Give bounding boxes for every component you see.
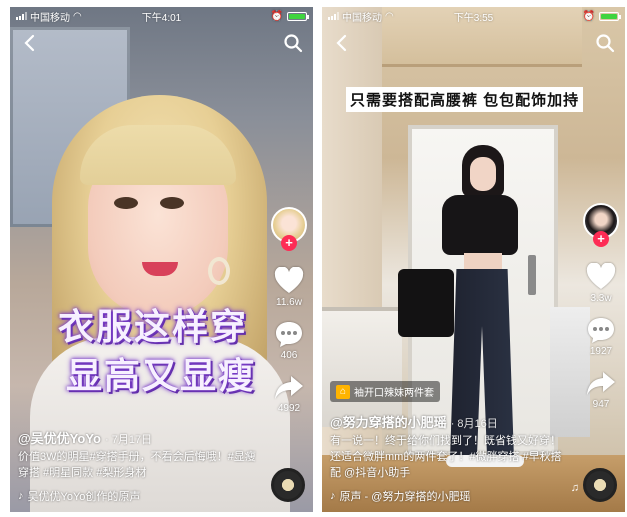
overlay-line-2: 显高又显瘦 bbox=[66, 355, 257, 397]
follow-button[interactable]: + bbox=[281, 235, 297, 251]
door-handle bbox=[528, 255, 536, 295]
wifi-icon: ◠ bbox=[385, 10, 394, 22]
action-column: + 3.3w 1927 947 bbox=[581, 203, 621, 422]
carrier-name: 中国移动 bbox=[30, 12, 70, 24]
music-title[interactable]: 原声 - @努力穿搭的小肥瑶 bbox=[340, 488, 471, 504]
search-icon[interactable] bbox=[595, 33, 615, 53]
like-count: 3.3w bbox=[590, 293, 612, 304]
overlay-line-1: 衣服这样穿 bbox=[58, 306, 249, 347]
carrier-name: 中国移动 bbox=[342, 12, 382, 24]
background-counter bbox=[322, 307, 402, 427]
alarm-icon: ⏰ bbox=[582, 10, 595, 22]
video-screen-2[interactable]: 中国移动 ◠ 下午3:55 ⏰ 只需要搭配高腰裤 包包配饰加持 + 3.3w 1… bbox=[322, 7, 625, 512]
alarm-icon: ⏰ bbox=[270, 10, 283, 22]
video-info: @吴优优YoYo · 7月17日 价值3W的明星#穿搭手册，不看会后悔哦！#显瘦穿… bbox=[18, 428, 258, 504]
author-avatar-button[interactable]: + bbox=[271, 207, 307, 251]
music-note-icon: ♪ bbox=[330, 490, 336, 502]
person-midriff bbox=[464, 253, 502, 269]
music-disc-icon[interactable] bbox=[271, 468, 305, 502]
music-disc-icon[interactable] bbox=[583, 468, 617, 502]
music-note-icon: ♪ bbox=[18, 490, 24, 502]
shop-tag-label[interactable]: 袖开口辣妹两件套 bbox=[354, 384, 434, 399]
music-title[interactable]: 吴优优YoYo创作的原声 bbox=[28, 488, 141, 504]
author-name[interactable]: @努力穿搭的小肥瑶 bbox=[330, 415, 447, 430]
video-info: @努力穿搭的小肥瑶 · 8月16日 有一说一！终于给你们找到了！既省钱又好穿！还适… bbox=[330, 412, 570, 504]
search-icon[interactable] bbox=[283, 33, 303, 53]
author-name[interactable]: @吴优优YoYo bbox=[18, 431, 101, 446]
like-count: 11.6w bbox=[276, 297, 302, 308]
video-overlay-caption: 衣服这样穿 显高又显瘦 bbox=[58, 305, 256, 397]
cart-icon: ⌂ bbox=[336, 384, 350, 399]
comment-button[interactable]: 1927 bbox=[586, 316, 616, 357]
action-column: + 11.6w 406 4992 bbox=[269, 207, 309, 426]
share-count: 947 bbox=[592, 399, 610, 410]
person-eye-left bbox=[114, 197, 138, 209]
person-bangs bbox=[80, 125, 236, 185]
post-date: · 8月16日 bbox=[450, 418, 498, 431]
shop-product-tag[interactable]: ⌂ 袖开口辣妹两件套 bbox=[330, 381, 440, 402]
status-bar: 中国移动 ◠ 下午4:01 ⏰ bbox=[10, 7, 313, 25]
person-eye-right bbox=[160, 197, 184, 209]
video-description: 有一说一！终于给你们找到了！既省钱又好穿！还适合微胖mm的两件套了！#微胖穿搭 … bbox=[330, 435, 562, 480]
signal-icon bbox=[328, 12, 339, 20]
share-button[interactable]: 4992 bbox=[274, 373, 304, 414]
post-date: · 7月17日 bbox=[104, 434, 153, 447]
video-description: 价值3W的明星#穿搭手册，不看会后悔哦！#显瘦穿搭 #明星同款 #梨形身材 bbox=[18, 451, 256, 480]
person-earring bbox=[208, 257, 230, 285]
like-button[interactable]: 3.3w bbox=[586, 263, 616, 304]
video-overlay-banner: 只需要搭配高腰裤 包包配饰加持 bbox=[346, 87, 584, 112]
person-top bbox=[442, 195, 518, 255]
person-face bbox=[470, 157, 496, 191]
share-icon[interactable] bbox=[274, 373, 304, 401]
share-button[interactable]: 947 bbox=[586, 369, 616, 410]
music-info[interactable]: ♪ 吴优优YoYo创作的原声 bbox=[18, 488, 258, 504]
comment-icon[interactable] bbox=[586, 316, 616, 344]
battery-icon bbox=[287, 11, 309, 21]
back-icon[interactable] bbox=[20, 33, 40, 53]
author-avatar-button[interactable]: + bbox=[583, 203, 619, 247]
video-screen-1[interactable]: 中国移动 ◠ 下午4:01 ⏰ 衣服这样穿 显高又显瘦 + 11.6w 406 … bbox=[10, 7, 313, 512]
follow-button[interactable]: + bbox=[593, 231, 609, 247]
like-button[interactable]: 11.6w bbox=[274, 267, 304, 308]
heart-icon[interactable] bbox=[274, 267, 304, 295]
comment-button[interactable]: 406 bbox=[274, 320, 304, 361]
back-icon[interactable] bbox=[332, 33, 352, 53]
share-icon[interactable] bbox=[586, 369, 616, 397]
battery-icon bbox=[599, 11, 621, 21]
music-info[interactable]: ♪ 原声 - @努力穿搭的小肥瑶 bbox=[330, 488, 570, 504]
person-bag bbox=[398, 269, 454, 337]
status-bar: 中国移动 ◠ 下午3:55 ⏰ bbox=[322, 7, 625, 25]
heart-icon[interactable] bbox=[586, 263, 616, 291]
signal-icon bbox=[16, 12, 27, 20]
comment-count: 1927 bbox=[589, 346, 613, 357]
share-count: 4992 bbox=[277, 403, 301, 414]
sound-wave-icon: ♫ bbox=[570, 482, 579, 494]
comment-count: 406 bbox=[280, 350, 298, 361]
wifi-icon: ◠ bbox=[73, 10, 82, 22]
comment-icon[interactable] bbox=[274, 320, 304, 348]
